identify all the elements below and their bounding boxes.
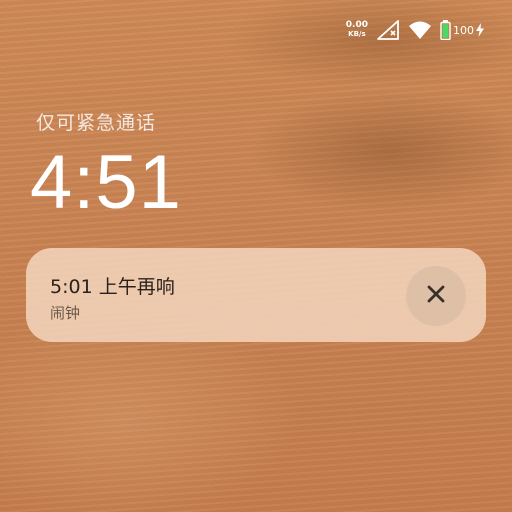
network-speed-value: 0.00 <box>345 20 368 30</box>
emergency-calls-only-text: 仅可紧急通话 <box>36 112 157 134</box>
close-icon <box>426 284 446 308</box>
dismiss-alarm-button[interactable] <box>406 266 466 326</box>
charging-bolt-icon <box>476 23 484 37</box>
notification-subtitle: 闹钟 <box>50 304 81 322</box>
network-speed: 0.00 KB/s <box>346 21 368 39</box>
lockscreen-clock: 4:51 <box>30 140 182 225</box>
battery-indicator: 100 <box>440 20 484 40</box>
status-bar: 0.00 KB/s 100 <box>346 18 484 42</box>
wifi-icon <box>408 20 432 40</box>
network-speed-unit: KB/s <box>348 30 366 38</box>
battery-icon <box>440 20 451 40</box>
alarm-notification[interactable]: 5:01 上午再响 闹钟 <box>26 248 486 342</box>
battery-level: 100 <box>453 23 474 37</box>
notification-title: 5:01 上午再响 <box>50 276 175 298</box>
signal-no-sim-icon <box>376 19 400 41</box>
